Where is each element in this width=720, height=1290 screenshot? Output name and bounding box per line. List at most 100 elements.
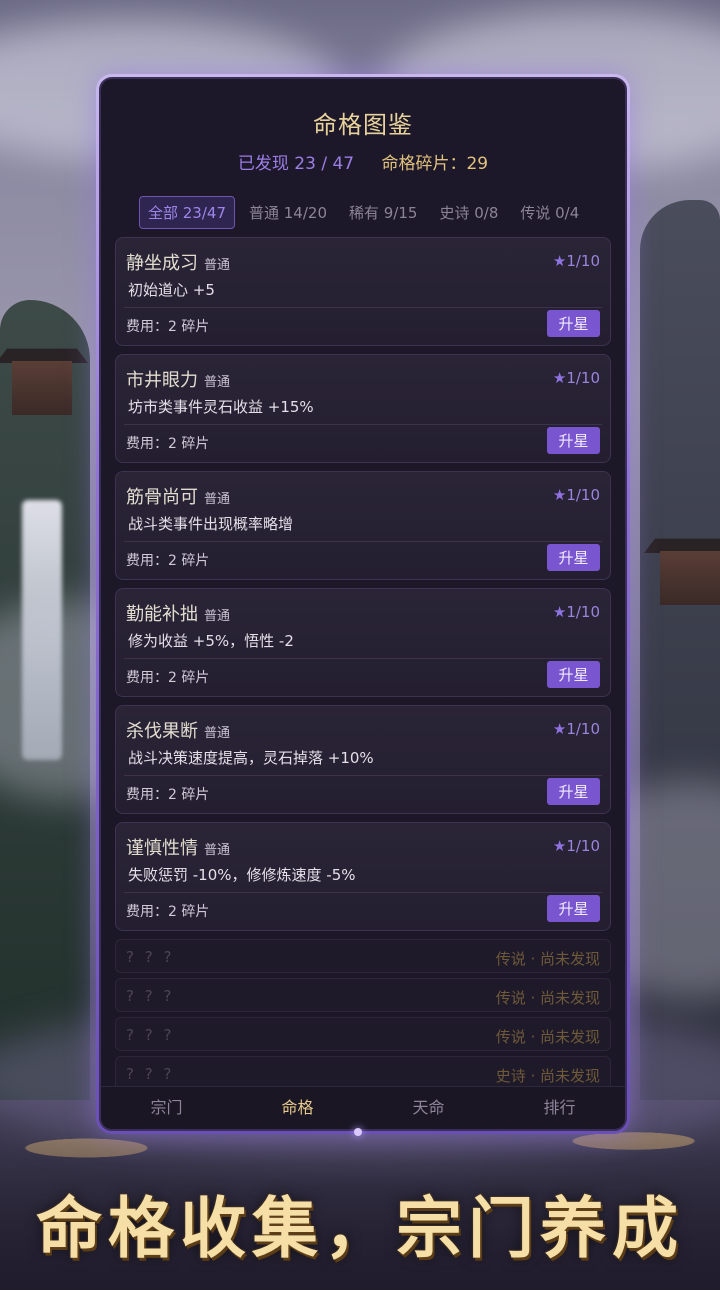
card-level-value: 1/10 bbox=[566, 486, 600, 504]
tab-epic[interactable]: 史诗 0/8 bbox=[431, 197, 506, 228]
tab-legendary[interactable]: 传说 0/4 bbox=[512, 197, 587, 228]
card-level: ★1/10 bbox=[553, 603, 600, 621]
locked-card: ? ? ? 传说 · 尚未发现 bbox=[115, 939, 611, 973]
upgrade-star-button[interactable]: 升星 bbox=[547, 661, 600, 688]
codex-panel-frame: 命格图鉴 已发现 23 / 47 命格碎片：29 全部 23/47 普通 14/… bbox=[96, 74, 630, 1134]
nav-fate[interactable]: 命格 bbox=[232, 1087, 363, 1129]
card-name: 静坐成习 bbox=[126, 253, 198, 274]
card-description: 战斗决策速度提高，灵石掉落 +10% bbox=[128, 749, 374, 767]
upgrade-star-button[interactable]: 升星 bbox=[547, 895, 600, 922]
card-rarity: 普通 bbox=[204, 726, 231, 741]
locked-status: 传说 · 尚未发现 bbox=[495, 950, 600, 968]
card-rarity: 普通 bbox=[204, 375, 231, 390]
card-rarity: 普通 bbox=[204, 492, 231, 507]
star-icon: ★ bbox=[552, 252, 567, 270]
upgrade-star-button[interactable]: 升星 bbox=[547, 427, 600, 454]
tab-all[interactable]: 全部 23/47 bbox=[139, 195, 235, 229]
divider bbox=[124, 424, 602, 425]
fate-card-list: 静坐成习 普通 ★1/10 初始道心 +5 费用：2 碎片 升星 市井眼力 普通 ★… bbox=[115, 237, 611, 1095]
star-icon: ★ bbox=[552, 603, 567, 621]
tab-common[interactable]: 普通 14/20 bbox=[241, 197, 335, 228]
card-cost: 费用：2 碎片 bbox=[126, 436, 210, 452]
upgrade-star-button[interactable]: 升星 bbox=[547, 544, 600, 571]
divider bbox=[124, 658, 602, 659]
card-level-value: 1/10 bbox=[566, 837, 600, 855]
card-cost: 费用：2 碎片 bbox=[126, 787, 210, 803]
card-title: 谨慎性情 普通 bbox=[126, 834, 230, 860]
locked-name: ? ? ? bbox=[126, 987, 175, 1005]
locked-name: ? ? ? bbox=[126, 948, 175, 966]
locked-status: 传说 · 尚未发现 bbox=[495, 989, 600, 1007]
star-icon: ★ bbox=[552, 486, 567, 504]
ornament-dot bbox=[354, 1128, 362, 1136]
card-rarity: 普通 bbox=[204, 258, 231, 273]
locked-card: ? ? ? 传说 · 尚未发现 bbox=[115, 1017, 611, 1051]
pavilion-left bbox=[0, 345, 88, 415]
star-icon: ★ bbox=[552, 837, 567, 855]
fragment-count: 命格碎片：29 bbox=[381, 154, 489, 174]
card-level-value: 1/10 bbox=[566, 252, 600, 270]
card-description: 修为收益 +5%，悟性 -2 bbox=[128, 632, 294, 650]
fate-card: 筋骨尚可 普通 ★1/10 战斗类事件出现概率略增 费用：2 碎片 升星 bbox=[115, 471, 611, 580]
pavilion-right bbox=[644, 535, 720, 605]
card-cost: 费用：2 碎片 bbox=[126, 553, 210, 569]
divider bbox=[124, 307, 602, 308]
bottom-nav: 宗门 命格 天命 排行 bbox=[101, 1086, 625, 1129]
card-description: 失败惩罚 -10%，修修炼速度 -5% bbox=[128, 866, 356, 884]
divider bbox=[124, 541, 602, 542]
card-name: 市井眼力 bbox=[126, 370, 198, 391]
card-description: 初始道心 +5 bbox=[128, 281, 215, 299]
star-icon: ★ bbox=[552, 720, 567, 738]
nav-destiny[interactable]: 天命 bbox=[363, 1087, 494, 1129]
locked-card: ? ? ? 传说 · 尚未发现 bbox=[115, 978, 611, 1012]
card-level-value: 1/10 bbox=[566, 603, 600, 621]
card-description: 战斗类事件出现概率略增 bbox=[128, 515, 294, 533]
card-rarity: 普通 bbox=[204, 843, 231, 858]
upgrade-star-button[interactable]: 升星 bbox=[547, 778, 600, 805]
collection-stats: 已发现 23 / 47 命格碎片：29 bbox=[101, 149, 625, 174]
nav-sect[interactable]: 宗门 bbox=[101, 1087, 232, 1129]
card-title: 勤能补拙 普通 bbox=[126, 600, 230, 626]
fate-card: 市井眼力 普通 ★1/10 坊市类事件灵石收益 +15% 费用：2 碎片 升星 bbox=[115, 354, 611, 463]
locked-name: ? ? ? bbox=[126, 1065, 175, 1083]
fate-card: 勤能补拙 普通 ★1/10 修为收益 +5%，悟性 -2 费用：2 碎片 升星 bbox=[115, 588, 611, 697]
card-description: 坊市类事件灵石收益 +15% bbox=[128, 398, 314, 416]
card-title: 市井眼力 普通 bbox=[126, 366, 230, 392]
divider bbox=[124, 892, 602, 893]
rarity-tabs: 全部 23/47 普通 14/20 稀有 9/15 史诗 0/8 传说 0/4 bbox=[139, 195, 605, 229]
card-name: 杀伐果断 bbox=[126, 721, 198, 742]
codex-panel: 命格图鉴 已发现 23 / 47 命格碎片：29 全部 23/47 普通 14/… bbox=[99, 77, 627, 1131]
card-name: 谨慎性情 bbox=[126, 838, 198, 859]
divider bbox=[124, 775, 602, 776]
locked-card: ? ? ? 史诗 · 尚未发现 bbox=[115, 1056, 611, 1090]
card-cost: 费用：2 碎片 bbox=[126, 319, 210, 335]
card-title: 筋骨尚可 普通 bbox=[126, 483, 230, 509]
nav-ranking[interactable]: 排行 bbox=[494, 1087, 625, 1129]
promo-banner: 命格收集，宗门养成 bbox=[36, 1189, 684, 1267]
card-name: 筋骨尚可 bbox=[126, 487, 198, 508]
star-icon: ★ bbox=[552, 369, 567, 387]
panel-title: 命格图鉴 bbox=[313, 111, 413, 139]
locked-status: 史诗 · 尚未发现 bbox=[495, 1067, 600, 1085]
upgrade-star-button[interactable]: 升星 bbox=[547, 310, 600, 337]
locked-name: ? ? ? bbox=[126, 1026, 175, 1044]
card-cost: 费用：2 碎片 bbox=[126, 670, 210, 686]
card-level: ★1/10 bbox=[553, 720, 600, 738]
card-level: ★1/10 bbox=[553, 486, 600, 504]
card-title: 杀伐果断 普通 bbox=[126, 717, 230, 743]
fate-card: 静坐成习 普通 ★1/10 初始道心 +5 费用：2 碎片 升星 bbox=[115, 237, 611, 346]
card-cost: 费用：2 碎片 bbox=[126, 904, 210, 920]
card-level: ★1/10 bbox=[553, 837, 600, 855]
card-name: 勤能补拙 bbox=[126, 604, 198, 625]
card-level-value: 1/10 bbox=[566, 720, 600, 738]
card-rarity: 普通 bbox=[204, 609, 231, 624]
fate-card: 谨慎性情 普通 ★1/10 失败惩罚 -10%，修修炼速度 -5% 费用：2 碎片… bbox=[115, 822, 611, 931]
locked-status: 传说 · 尚未发现 bbox=[495, 1028, 600, 1046]
card-level: ★1/10 bbox=[553, 369, 600, 387]
fate-card: 杀伐果断 普通 ★1/10 战斗决策速度提高，灵石掉落 +10% 费用：2 碎片 … bbox=[115, 705, 611, 814]
card-title: 静坐成习 普通 bbox=[126, 249, 230, 275]
card-level-value: 1/10 bbox=[566, 369, 600, 387]
found-count: 已发现 23 / 47 bbox=[237, 154, 355, 174]
tab-rare[interactable]: 稀有 9/15 bbox=[341, 197, 425, 228]
card-level: ★1/10 bbox=[553, 252, 600, 270]
